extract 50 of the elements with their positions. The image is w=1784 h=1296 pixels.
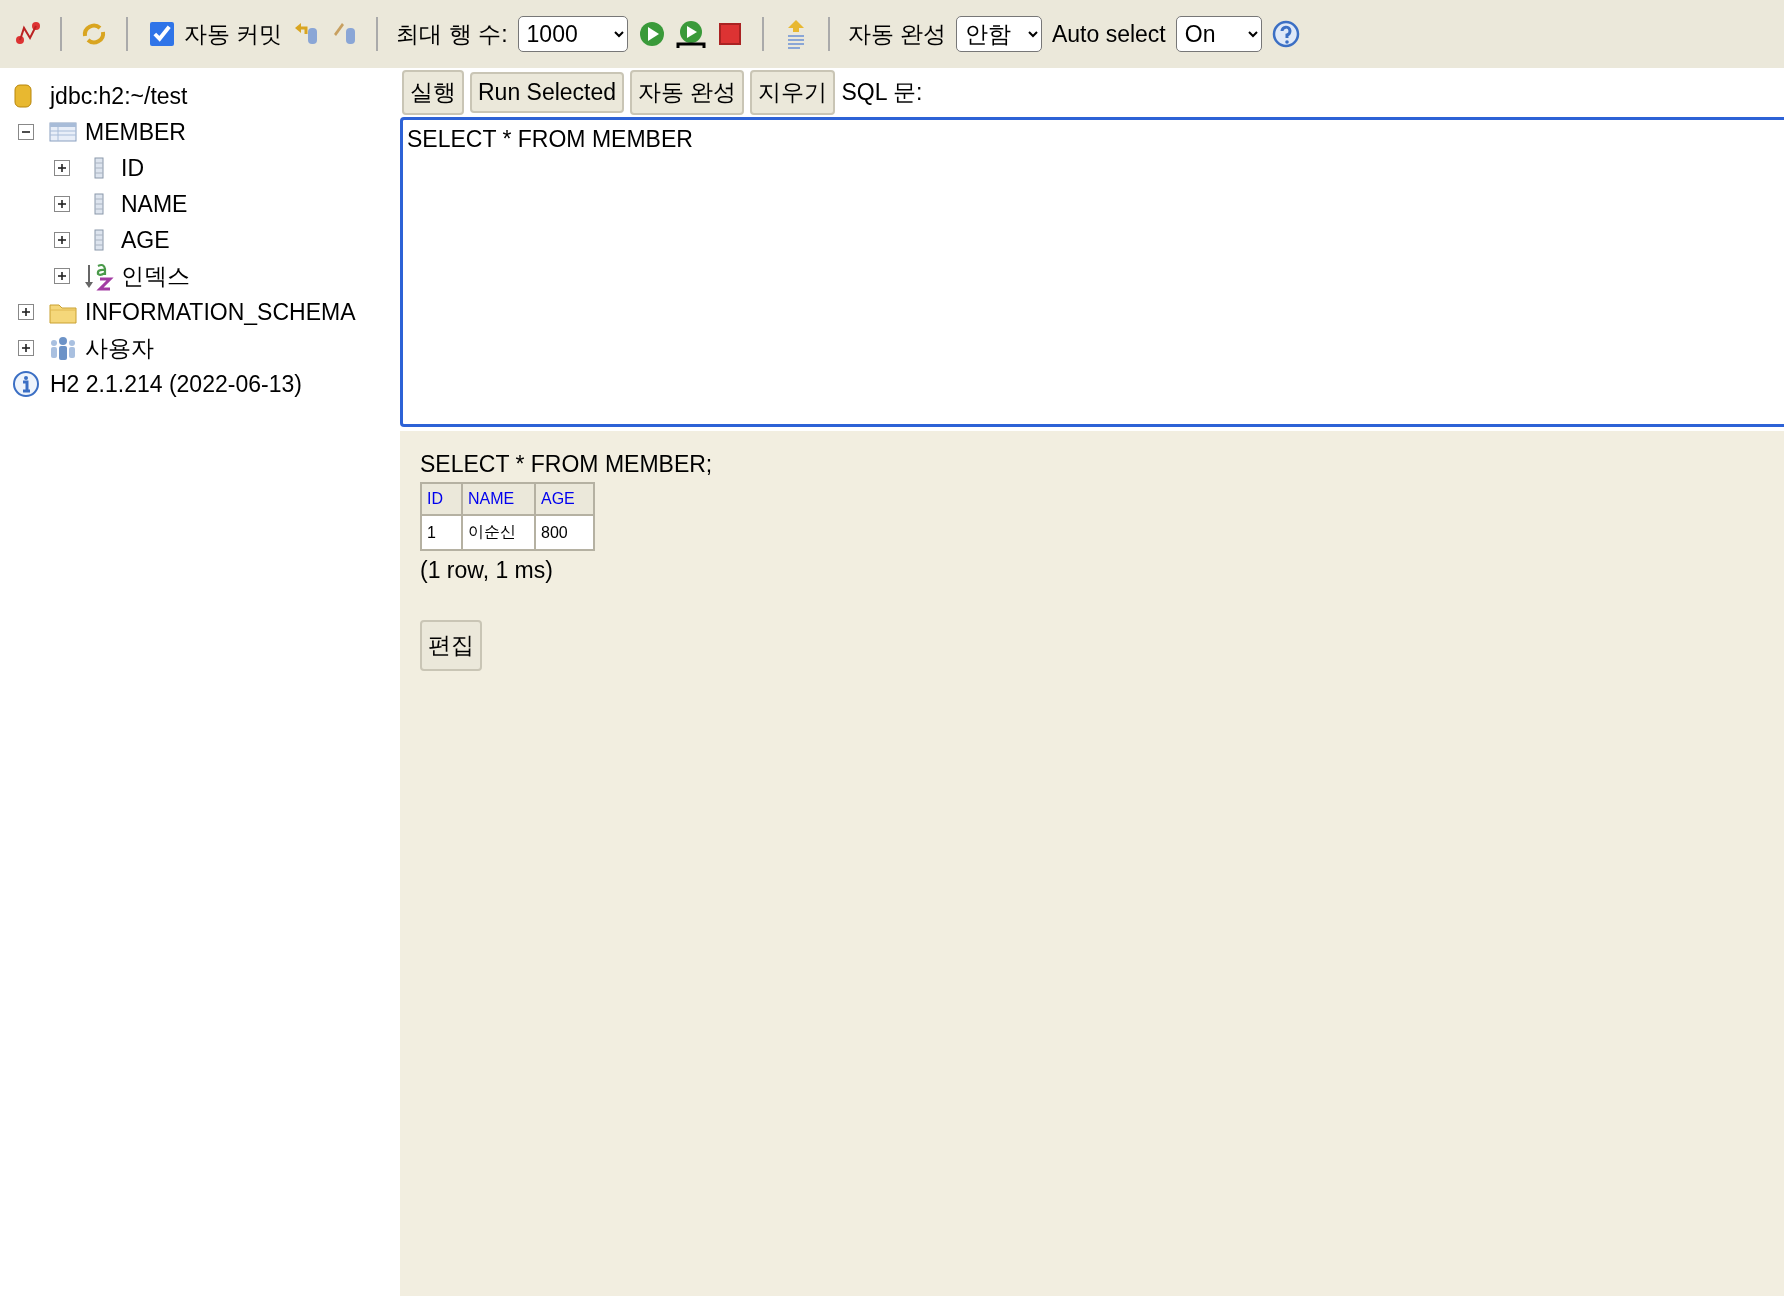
- tree-item[interactable]: H2 2.1.214 (2022-06-13): [50, 370, 302, 398]
- column-header[interactable]: AGE: [535, 483, 594, 515]
- toolbar-button[interactable]: 실행: [402, 70, 464, 115]
- database-icon: [12, 83, 34, 109]
- expand-icon[interactable]: [54, 268, 70, 284]
- tree-item[interactable]: ID: [121, 154, 144, 182]
- collapse-icon[interactable]: [18, 124, 34, 140]
- expand-icon[interactable]: [18, 340, 34, 356]
- auto-select-select[interactable]: On: [1175, 16, 1262, 52]
- tree-item[interactable]: NAME: [121, 190, 188, 218]
- sort-az-icon: [84, 261, 114, 291]
- tree-item[interactable]: jdbc:h2:~/test: [50, 82, 188, 110]
- auto-select-label: Auto select: [1051, 20, 1166, 48]
- table-icon: [49, 121, 77, 143]
- users-icon: [49, 334, 77, 362]
- column-icon: [92, 156, 106, 180]
- run-icon[interactable]: [637, 20, 666, 48]
- sql-label: SQL 문:: [841, 78, 923, 107]
- tree-item[interactable]: INFORMATION_SCHEMA: [85, 298, 356, 326]
- result-summary: (1 row, 1 ms): [420, 557, 554, 584]
- expand-icon[interactable]: [54, 232, 70, 248]
- sql-editor[interactable]: SELECT * FROM MEMBER: [400, 117, 1784, 427]
- max-rows-label: 최대 행 수:: [396, 19, 508, 49]
- column-header[interactable]: NAME: [462, 483, 535, 515]
- edit-button[interactable]: 편집: [420, 620, 482, 671]
- info-icon: [12, 370, 40, 398]
- autocomplete-select[interactable]: 안함: [955, 16, 1042, 52]
- tree-item[interactable]: MEMBER: [85, 118, 186, 146]
- table-cell: 800: [535, 515, 594, 550]
- toolbar-button[interactable]: Run Selected: [470, 72, 625, 113]
- column-icon: [92, 228, 106, 252]
- run-selected-icon[interactable]: [675, 19, 706, 49]
- column-icon: [92, 192, 106, 216]
- executed-statement: SELECT * FROM MEMBER;: [420, 451, 714, 478]
- table-cell: 1: [421, 515, 462, 550]
- toolbar-button[interactable]: 지우기: [750, 70, 836, 115]
- autocommit-label: 자동 커밋: [184, 19, 283, 49]
- help-icon[interactable]: [1271, 20, 1300, 48]
- tree-item[interactable]: 인덱스: [121, 260, 190, 292]
- column-header[interactable]: ID: [421, 483, 462, 515]
- expand-icon[interactable]: [18, 304, 34, 320]
- expand-icon[interactable]: [54, 160, 70, 176]
- tree-item[interactable]: AGE: [121, 226, 170, 254]
- toolbar-button[interactable]: 자동 완성: [630, 70, 745, 115]
- autocommit-checkbox[interactable]: [150, 22, 174, 46]
- table-cell: 이순신: [462, 515, 535, 550]
- max-rows-select[interactable]: 1000: [517, 16, 628, 52]
- expand-icon[interactable]: [54, 196, 70, 212]
- tree-item[interactable]: 사용자: [85, 332, 154, 364]
- autocomplete-label: 자동 완성: [847, 19, 946, 49]
